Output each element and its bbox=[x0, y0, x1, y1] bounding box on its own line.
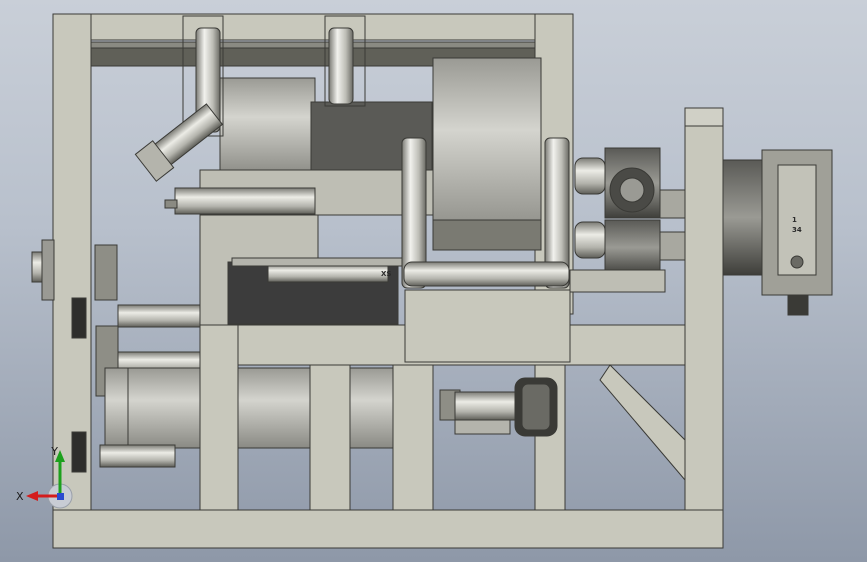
angled-arm bbox=[134, 103, 224, 182]
drive-hub-lower bbox=[574, 221, 606, 259]
lower-motor bbox=[604, 219, 661, 276]
drum-base-band bbox=[432, 219, 542, 251]
frame-top-beam bbox=[52, 13, 574, 41]
left-pneumatic-cylinder bbox=[174, 187, 316, 215]
left-shaft-upper bbox=[117, 304, 201, 328]
horizontal-roller bbox=[403, 261, 570, 287]
slider-cylinder bbox=[267, 263, 389, 283]
gearbox-label-1: 1 bbox=[792, 216, 797, 224]
gearbox-label-2: 34 bbox=[792, 226, 802, 234]
frame-right-upright bbox=[684, 109, 724, 511]
frame-center-plate bbox=[404, 289, 571, 363]
lower-left-shaft bbox=[99, 444, 176, 468]
lower-brake-hub bbox=[521, 383, 551, 431]
upper-right-drum bbox=[432, 57, 542, 239]
motor-base-plate bbox=[569, 269, 666, 293]
gearbox-drain-plug bbox=[790, 255, 804, 269]
triad-y-label: Y bbox=[50, 445, 58, 458]
frame-base-beam bbox=[52, 509, 724, 549]
upright-cap bbox=[684, 107, 724, 127]
lower-gear-base bbox=[454, 419, 511, 435]
frame-inner-post-1 bbox=[309, 364, 351, 511]
gearbox-connector bbox=[787, 294, 809, 316]
lower-gear-train bbox=[454, 391, 516, 421]
pulley-upper bbox=[71, 297, 87, 339]
motor-coupling-lower bbox=[659, 231, 686, 261]
upper-motor-hub bbox=[619, 177, 645, 203]
cylinder-label: XS bbox=[381, 270, 391, 278]
lower-left-drum-body bbox=[127, 367, 201, 449]
upper-left-drum bbox=[219, 77, 316, 177]
upper-rail-highlight bbox=[90, 41, 536, 49]
slider-rail bbox=[231, 257, 403, 267]
cylinder-rod-end bbox=[164, 199, 178, 209]
cad-viewport[interactable]: XS 1 34 Y X bbox=[0, 0, 867, 562]
frame-inner-post-2 bbox=[392, 364, 434, 511]
left-bearing-block bbox=[94, 244, 118, 301]
gearbox-flange bbox=[722, 159, 764, 276]
assembly-drawing: XS 1 34 Y X bbox=[16, 13, 833, 549]
frame-mid-post-left bbox=[199, 324, 239, 511]
triad-x-arrow bbox=[26, 491, 38, 501]
pulley-lower bbox=[71, 431, 87, 473]
guide-roller-2 bbox=[328, 27, 354, 105]
triad-x-label: X bbox=[16, 490, 24, 503]
lower-center-drum bbox=[237, 367, 311, 449]
lower-right-drum bbox=[349, 367, 394, 449]
left-hub-flange bbox=[41, 239, 55, 301]
drive-hub-upper bbox=[574, 157, 606, 195]
frame-diagonal-brace bbox=[599, 364, 686, 482]
triad-z-axis bbox=[57, 493, 64, 500]
motor-coupling bbox=[659, 189, 686, 219]
